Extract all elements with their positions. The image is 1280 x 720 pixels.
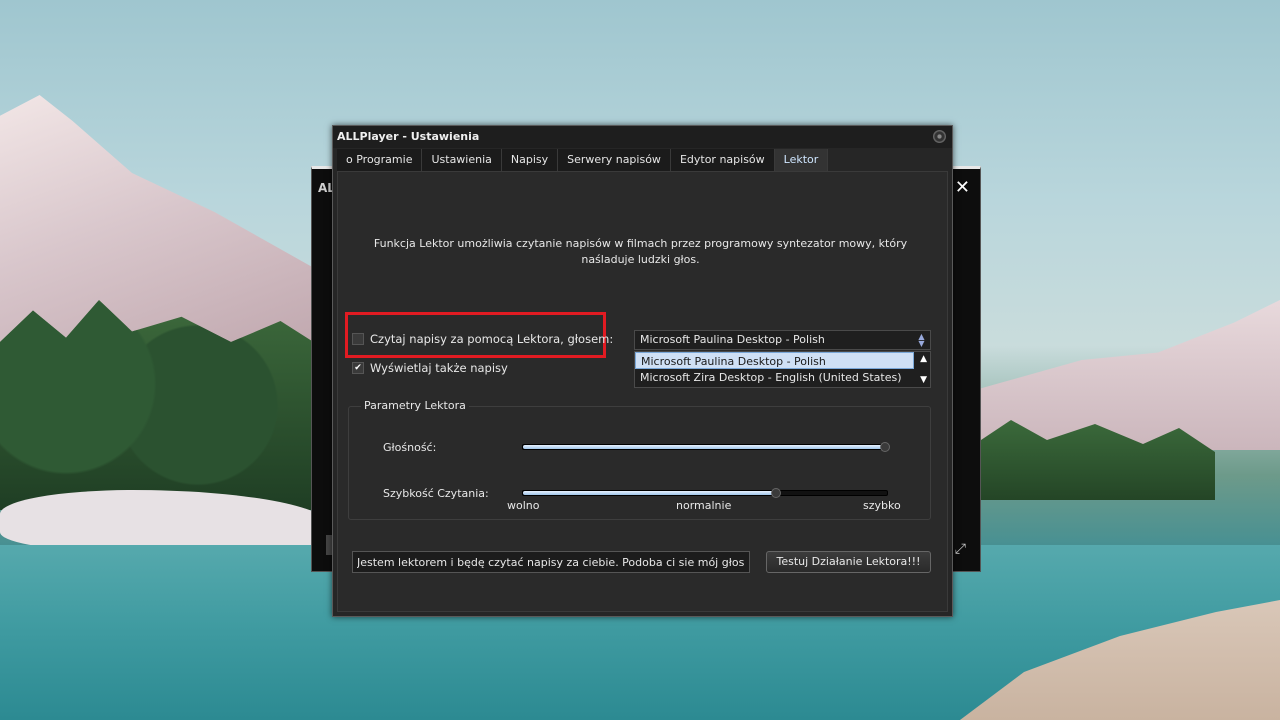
speed-slider[interactable] — [522, 488, 888, 498]
test-text-input[interactable] — [352, 551, 750, 573]
read-checkbox[interactable] — [352, 333, 364, 345]
read-checkbox-label: Czytaj napisy za pomocą Lektora, głosem: — [370, 332, 614, 346]
volume-slider[interactable] — [522, 442, 890, 452]
tab-edytor-napisow[interactable]: Edytor napisów — [670, 149, 775, 171]
test-lektor-button[interactable]: Testuj Działanie Lektora!!! — [766, 551, 931, 573]
read-checkbox-row[interactable]: Czytaj napisy za pomocą Lektora, głosem: — [352, 332, 613, 346]
speed-label: Szybkość Czytania: — [383, 487, 489, 500]
speed-slider-thumb[interactable] — [771, 488, 781, 498]
lektor-panel: Funkcja Lektor umożliwia czytanie napisó… — [337, 171, 948, 612]
lektor-description: Funkcja Lektor umożliwia czytanie napisó… — [373, 237, 908, 266]
voice-option[interactable]: Microsoft Zira Desktop - English (United… — [635, 369, 914, 386]
tab-lektor[interactable]: Lektor — [774, 149, 829, 171]
wallpaper-mountain-left — [0, 95, 330, 355]
speed-max-label: szybko — [863, 499, 901, 512]
wallpaper-trees-right — [975, 420, 1215, 500]
dialog-close-button[interactable] — [933, 130, 946, 143]
tab-ustawienia[interactable]: Ustawienia — [422, 149, 502, 171]
voice-option[interactable]: Microsoft Paulina Desktop - Polish — [635, 352, 914, 369]
volume-slider-thumb[interactable] — [880, 442, 890, 452]
tab-o-programie[interactable]: o Programie — [337, 149, 423, 171]
speed-min-label: wolno — [507, 499, 540, 512]
voice-select[interactable]: Microsoft Paulina Desktop - Polish ▲ ▼ — [634, 330, 931, 350]
settings-dialog: ALLPlayer - Ustawienia o Programie Ustaw… — [332, 125, 953, 617]
speed-mid-label: normalnie — [676, 499, 732, 512]
tab-serwery-napisow[interactable]: Serwery napisów — [558, 149, 671, 171]
params-group-title: Parametry Lektora — [361, 399, 469, 412]
fullscreen-icon[interactable]: ⤢ — [955, 541, 966, 557]
updown-arrow-icon: ▲ ▼ — [918, 332, 925, 348]
tab-napisy[interactable]: Napisy — [501, 149, 559, 171]
scroll-up-icon[interactable]: ▲ — [920, 354, 927, 364]
speed-slider-fill — [523, 491, 776, 495]
dialog-title: ALLPlayer - Ustawienia — [337, 130, 480, 143]
player-close-icon[interactable]: ✕ — [955, 177, 970, 198]
show-subtitles-checkbox[interactable]: ✔ — [352, 362, 364, 374]
show-subtitles-label: Wyświetlaj także napisy — [370, 361, 508, 375]
params-group: Parametry Lektora Głośność: Szybkość Czy… — [348, 399, 931, 520]
voice-select-value: Microsoft Paulina Desktop - Polish — [640, 333, 825, 346]
volume-label: Głośność: — [383, 441, 437, 454]
tab-bar: o Programie Ustawienia Napisy Serwery na… — [337, 149, 829, 171]
volume-slider-fill — [523, 445, 885, 449]
scroll-down-icon[interactable]: ▼ — [920, 375, 927, 385]
show-subtitles-row[interactable]: ✔ Wyświetlaj także napisy — [352, 361, 508, 375]
voice-list[interactable]: Microsoft Paulina Desktop - Polish Micro… — [634, 351, 931, 388]
wallpaper-trees-left — [0, 300, 330, 510]
dialog-titlebar[interactable]: ALLPlayer - Ustawienia — [333, 126, 952, 148]
